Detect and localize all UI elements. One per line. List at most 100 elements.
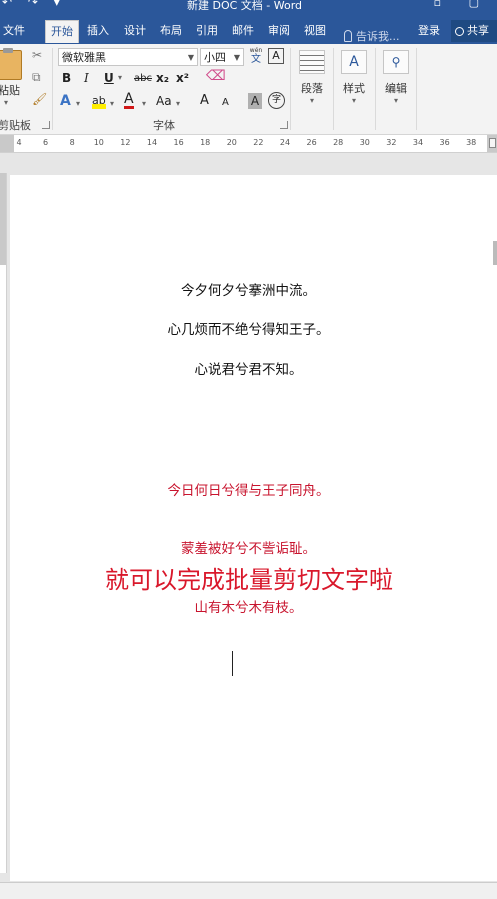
ruler-tick: 14 (146, 138, 158, 147)
vertical-ruler (0, 173, 7, 873)
paste-button[interactable]: 粘贴 (0, 82, 20, 98)
paragraph-icon (299, 50, 325, 74)
group-separator (290, 48, 291, 130)
ruler-tick: 12 (120, 138, 131, 147)
window-controls[interactable]: ▫ ▢ (434, 0, 491, 9)
enclose-characters-button[interactable]: 字 (268, 92, 285, 109)
styles-icon: A (341, 50, 367, 74)
font-color-button[interactable]: A (124, 92, 134, 109)
character-shading-button[interactable]: A (248, 93, 262, 109)
font-launcher-icon[interactable] (280, 121, 288, 129)
ruler-tick: 34 (412, 138, 424, 147)
overlay-caption: 就可以完成批量剪切文字啦 (105, 566, 393, 594)
doc-line[interactable]: 蒙羞被好兮不訾诟耻。 (10, 537, 487, 557)
ruler-tick: 38 (466, 138, 477, 147)
group-separator (375, 48, 376, 130)
change-case-dropdown-icon[interactable]: ▾ (176, 96, 180, 112)
clipboard-launcher-icon[interactable] (42, 121, 50, 129)
text-effects-button[interactable]: A (60, 93, 71, 109)
share-button[interactable]: 共享 (451, 20, 497, 42)
tab-mailings[interactable]: 邮件 (229, 22, 257, 44)
magnifier-icon: ⚲ (383, 50, 409, 74)
paste-dropdown-icon[interactable]: ▾ (4, 98, 8, 107)
font-name-select[interactable]: 微软雅黑 ▼ (58, 48, 198, 66)
doc-line[interactable]: 今夕何夕兮搴洲中流。 (10, 279, 487, 299)
horizontal-ruler[interactable]: 4 6 8 10 12 14 16 18 20 22 24 26 28 30 32 34 36 38 (0, 135, 497, 153)
highlight-dropdown-icon[interactable]: ▾ (110, 96, 114, 112)
group-separator (52, 48, 53, 130)
ruler-tick: 30 (359, 138, 370, 147)
person-icon (455, 26, 464, 36)
tab-view[interactable]: 视图 (301, 22, 329, 44)
ruler-tick: 6 (43, 138, 49, 147)
doc-line[interactable]: 今日何日兮得与王子同舟。 (10, 479, 487, 499)
login-link[interactable]: 登录 (418, 22, 440, 40)
italic-button[interactable]: I (84, 70, 89, 86)
tab-references[interactable]: 引用 (193, 22, 221, 44)
wen-icon: 文 (251, 54, 261, 65)
styles-button[interactable]: A 样式 ▾ (338, 46, 370, 114)
ruler-tick: 4 (16, 138, 22, 147)
ruler-tick: 36 (439, 138, 450, 147)
underline-dropdown-icon[interactable]: ▾ (118, 70, 122, 86)
subscript-button[interactable]: x₂ (156, 70, 169, 86)
tab-review[interactable]: 审阅 (265, 22, 293, 44)
group-separator (416, 48, 417, 130)
wen-pinyin: wén (249, 47, 263, 54)
clipboard-group: 粘贴 ▾ ✂ ⧉ 🖌 剪贴板 (0, 44, 52, 134)
paragraph-button[interactable]: 段落 ▾ (296, 46, 328, 114)
strikethrough-button[interactable]: abc (134, 71, 152, 87)
editing-button[interactable]: ⚲ 编辑 ▾ (380, 46, 412, 114)
ruler-tick: 8 (69, 138, 75, 147)
ruler-tick: 24 (279, 138, 291, 147)
phonetic-guide-button[interactable]: wén 文 (248, 47, 264, 67)
title-bar: ↶ ↷ ▾ 新建 DOC 文档 - Word ▫ ▢ (0, 0, 497, 14)
tell-me-label: 告诉我... (356, 30, 400, 43)
doc-line[interactable]: 心说君兮君不知。 (10, 358, 487, 378)
change-case-button[interactable]: Aa (156, 93, 172, 109)
tab-design[interactable]: 设计 (121, 22, 149, 44)
tab-insert[interactable]: 插入 (84, 22, 112, 44)
chevron-down-icon: ▾ (393, 96, 398, 105)
text-effects-dropdown-icon[interactable]: ▾ (76, 96, 80, 112)
font-size-select[interactable]: 小四 ▼ (200, 48, 244, 66)
grow-font-button[interactable]: A (200, 93, 209, 109)
bold-button[interactable]: B (62, 70, 71, 86)
format-painter-icon[interactable]: 🖌 (32, 92, 47, 106)
document-area: 今夕何夕兮搴洲中流。 心几烦而不绝兮得知王子。 心说君兮君不知。 今日何日兮得与… (0, 153, 497, 898)
tab-file[interactable]: 文件 (0, 22, 28, 44)
font-color-dropdown-icon[interactable]: ▾ (142, 96, 146, 112)
shrink-font-button[interactable]: A (222, 95, 229, 111)
copy-icon[interactable]: ⧉ (32, 70, 41, 85)
font-size-value: 小四 (204, 51, 226, 64)
scissors-icon[interactable]: ✂ (32, 48, 42, 62)
doc-line[interactable]: 心几烦而不绝兮得知王子。 (10, 318, 487, 338)
scrollbar-thumb[interactable] (493, 241, 497, 265)
lightbulb-icon (344, 30, 352, 42)
window-title: 新建 DOC 文档 - Word (187, 0, 303, 12)
group-separator (333, 48, 334, 130)
paragraph-label: 段落 (301, 82, 323, 95)
share-label: 共享 (467, 24, 489, 37)
chevron-down-icon: ▼ (187, 53, 194, 62)
ruler-tick: 20 (226, 138, 237, 147)
text-cursor (232, 651, 233, 676)
quick-access-toolbar[interactable]: ↶ ↷ ▾ (2, 0, 66, 9)
doc-line[interactable]: 山有木兮木有枝。 (10, 596, 487, 616)
superscript-button[interactable]: x² (176, 70, 189, 86)
chevron-down-icon: ▾ (309, 96, 314, 105)
right-indent-marker[interactable] (489, 138, 496, 148)
ruler-tick: 26 (306, 138, 317, 147)
clear-formatting-icon[interactable]: ⌫ (206, 68, 226, 84)
vertical-ruler-margin (0, 173, 6, 265)
editing-label: 编辑 (385, 82, 407, 95)
highlight-button[interactable]: ab (92, 93, 106, 109)
character-border-button[interactable]: A (268, 48, 284, 64)
document-page[interactable]: 今夕何夕兮搴洲中流。 心几烦而不绝兮得知王子。 心说君兮君不知。 今日何日兮得与… (10, 175, 497, 881)
tell-me-box[interactable]: 告诉我... (344, 28, 400, 44)
font-name-value: 微软雅黑 (62, 51, 106, 64)
underline-button[interactable]: U (104, 70, 114, 86)
tab-layout[interactable]: 布局 (157, 22, 185, 44)
tab-home[interactable]: 开始 (45, 20, 79, 43)
clipboard-icon[interactable] (0, 48, 22, 80)
